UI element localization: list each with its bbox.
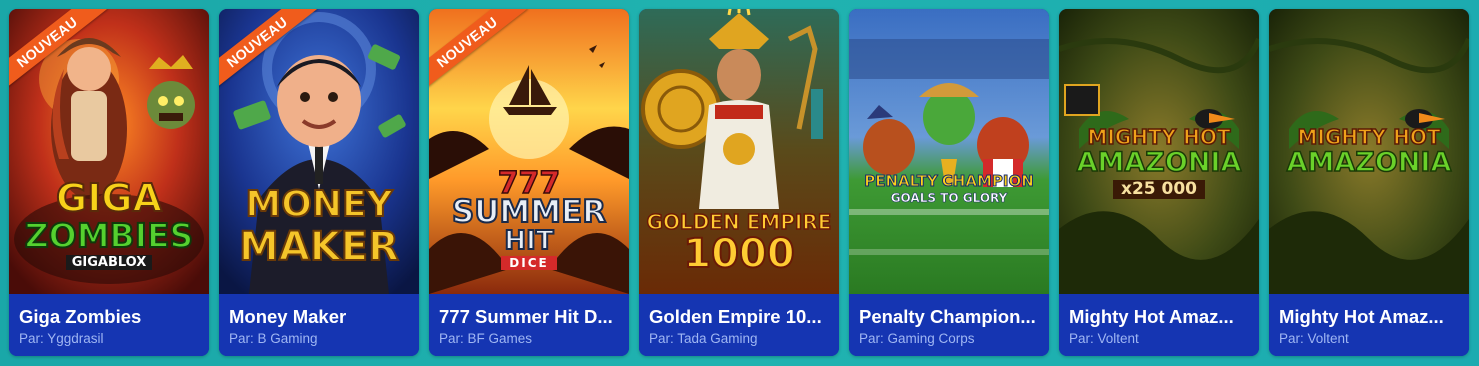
logo-line: MIGHTY HOT (1297, 125, 1441, 149)
logo-line: AMAZONIA (1286, 147, 1452, 178)
logo-line: GIGABLOX (65, 255, 153, 270)
logo-title-row: PENALTY CHAMPION (849, 172, 1049, 190)
game-title[interactable]: Mighty Hot Amaz... (1069, 306, 1251, 328)
game-card-mighty-hot-amazonia[interactable]: MIGHTY HOT AMAZONIA Mighty Hot Amaz... P… (1269, 9, 1469, 356)
game-info[interactable]: 777 Summer Hit D... Par: BF Games (429, 294, 629, 356)
game-logo: 777 SUMMER HIT DICE (429, 168, 629, 270)
game-info[interactable]: Penalty Champion... Par: Gaming Corps (849, 294, 1049, 356)
game-card-mighty-hot-amazonia-x25000[interactable]: MIGHTY HOT AMAZONIA x25 000 Mighty Hot A… (1059, 9, 1259, 356)
logo-line: 1000 (682, 231, 795, 277)
logo-line: PENALTY (864, 172, 939, 190)
logo-line: CHAMPION (941, 172, 1034, 190)
game-provider: Par: Yggdrasil (19, 331, 104, 346)
game-info[interactable]: Mighty Hot Amaz... Par: Voltent (1269, 294, 1469, 356)
game-provider: Par: BF Games (439, 331, 533, 346)
game-logo: PENALTY CHAMPION GOALS TO GLORY (849, 172, 1049, 205)
logo-line: HIT (503, 226, 554, 256)
game-logo: MIGHTY HOT AMAZONIA x25 000 (1059, 125, 1259, 199)
game-carousel: GIGA ZOMBIES GIGABLOX NOUVEAU Giga Zombi… (9, 9, 1469, 356)
game-title[interactable]: Golden Empire 10... (649, 306, 831, 328)
logo-line: MONEY (244, 184, 393, 225)
game-provider: Par: Voltent (1279, 331, 1349, 346)
game-card-money-maker[interactable]: MONEY MAKER NOUVEAU Money Maker Par: B G… (219, 9, 419, 356)
game-provider: Par: Voltent (1069, 331, 1139, 346)
game-info[interactable]: Money Maker Par: B Gaming (219, 294, 419, 356)
logo-line: ZOMBIES (24, 216, 195, 255)
logo-line: MAKER (238, 224, 400, 270)
game-card-penalty-champion[interactable]: PENALTY CHAMPION GOALS TO GLORY Penalty … (849, 9, 1049, 356)
game-provider: Par: B Gaming (229, 331, 318, 346)
logo-line: AMAZONIA (1076, 147, 1242, 178)
game-logo: MIGHTY HOT AMAZONIA (1269, 125, 1469, 178)
logo-line: GIGA (55, 176, 163, 220)
game-logo: GOLDEN EMPIRE 1000 (639, 210, 839, 277)
game-thumbnail[interactable] (849, 9, 1049, 294)
game-provider: Par: Gaming Corps (859, 331, 975, 346)
logo-line: SUMMER (451, 194, 607, 230)
game-info[interactable]: Giga Zombies Par: Yggdrasil (9, 294, 209, 356)
logo-line: GOALS TO GLORY (890, 191, 1008, 205)
game-logo: MONEY MAKER (219, 184, 419, 270)
game-card-giga-zombies[interactable]: GIGA ZOMBIES GIGABLOX NOUVEAU Giga Zombi… (9, 9, 209, 356)
game-card-golden-empire-1000[interactable]: GOLDEN EMPIRE 1000 Golden Empire 10... P… (639, 9, 839, 356)
game-logo: GIGA ZOMBIES GIGABLOX (9, 176, 209, 270)
game-provider: Par: Tada Gaming (649, 331, 758, 346)
logo-line: MIGHTY HOT (1087, 125, 1231, 149)
logo-line: DICE (501, 256, 557, 270)
game-title[interactable]: Mighty Hot Amaz... (1279, 306, 1461, 328)
logo-line: GOLDEN EMPIRE (646, 210, 832, 234)
game-info[interactable]: Golden Empire 10... Par: Tada Gaming (639, 294, 839, 356)
game-title[interactable]: Giga Zombies (19, 306, 201, 328)
game-title[interactable]: Money Maker (229, 306, 411, 328)
game-info[interactable]: Mighty Hot Amaz... Par: Voltent (1059, 294, 1259, 356)
logo-line: x25 000 (1112, 180, 1206, 199)
game-title[interactable]: Penalty Champion... (859, 306, 1041, 328)
game-title[interactable]: 777 Summer Hit D... (439, 306, 621, 328)
game-card-777-summer-hit-dice[interactable]: 777 SUMMER HIT DICE NOUVEAU 777 Summer H… (429, 9, 629, 356)
